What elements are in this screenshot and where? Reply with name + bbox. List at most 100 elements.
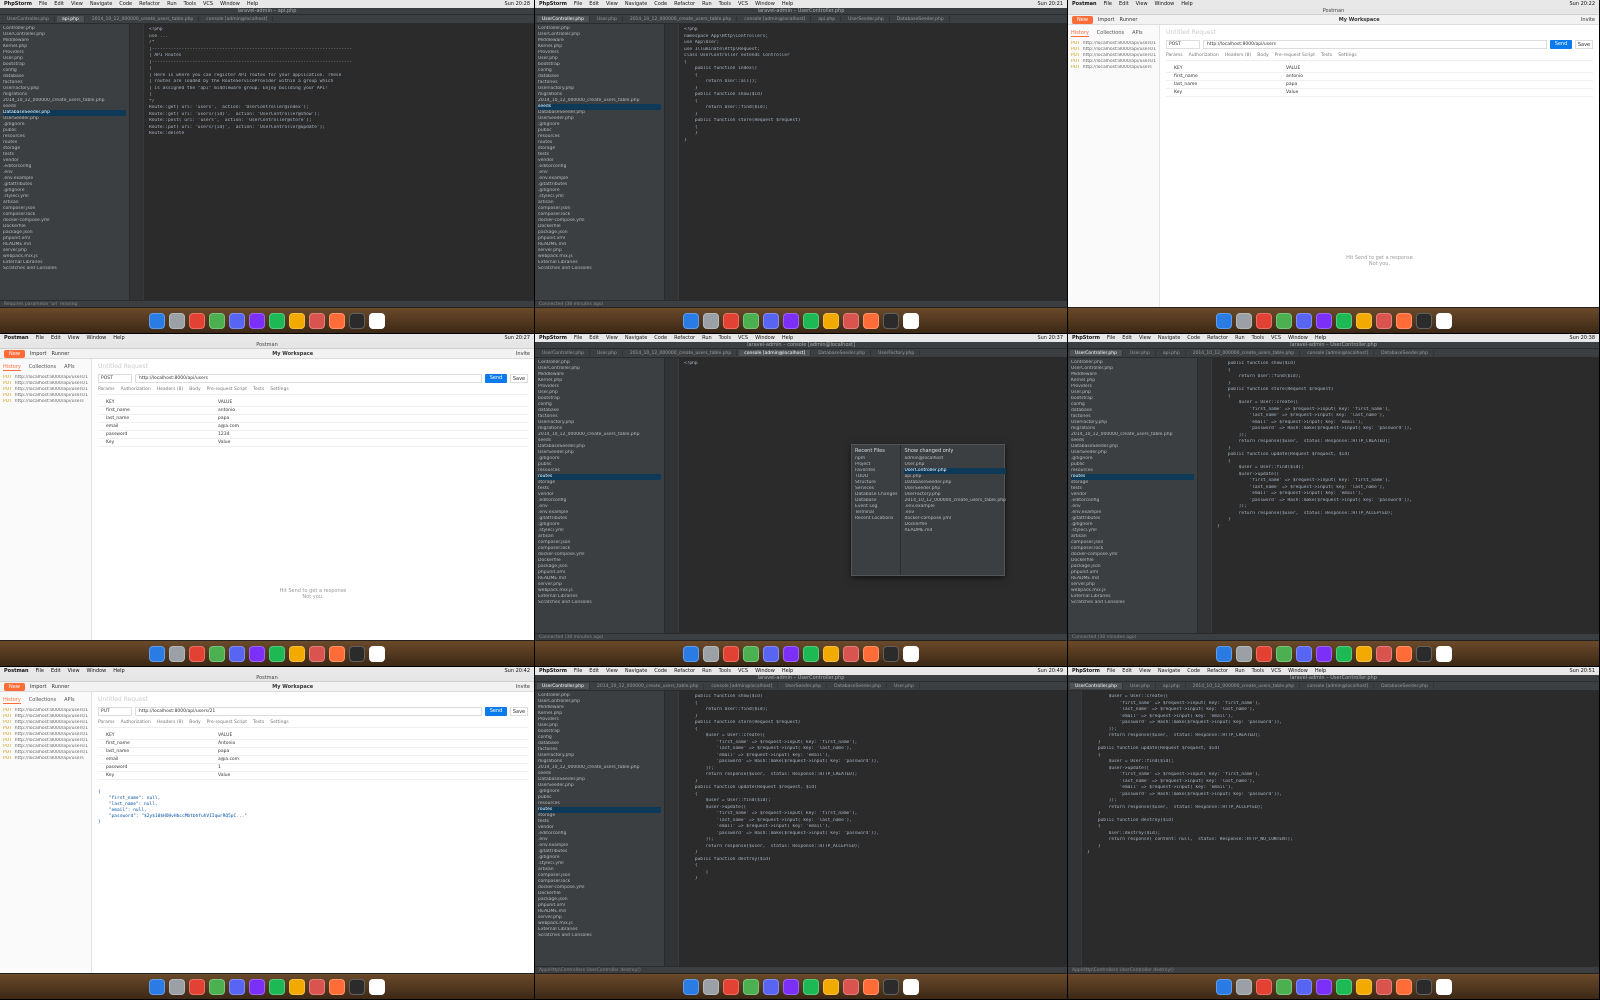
menu-item-file[interactable]: File xyxy=(574,335,582,341)
dock-app-icon[interactable] xyxy=(1315,645,1332,662)
menu-item-window[interactable]: Window xyxy=(220,1,240,7)
dock-app-icon[interactable] xyxy=(683,978,699,995)
menu-item-file[interactable]: File xyxy=(574,1,582,7)
dock-app-icon[interactable] xyxy=(863,978,879,995)
dock-app-icon[interactable] xyxy=(803,312,819,329)
dock-app-icon[interactable] xyxy=(209,978,225,995)
param-key[interactable]: Key xyxy=(98,772,218,779)
request-subtab[interactable]: Pre-request Script xyxy=(207,720,247,725)
code-editor[interactable]: public function show($id) { return User:… xyxy=(1198,358,1599,633)
param-value[interactable]: antonio xyxy=(1286,73,1386,80)
dock-app-icon[interactable] xyxy=(1235,978,1252,995)
tool-window-item[interactable]: Recent Locations xyxy=(855,516,897,522)
dock-app-icon[interactable] xyxy=(763,312,779,329)
editor-tab[interactable]: 2014_10_12_000000_create_users_table.php xyxy=(1187,683,1301,689)
dock-app-icon[interactable] xyxy=(229,645,245,662)
request-subtab[interactable]: Params xyxy=(1166,53,1183,58)
editor-tab[interactable]: UserController.php xyxy=(537,16,590,22)
request-subtab[interactable]: Authorization xyxy=(1189,53,1219,58)
editor-tab[interactable]: 2014_10_12_000000_create_users_table.php xyxy=(624,350,738,356)
dock-app-icon[interactable] xyxy=(763,645,779,662)
menu-item-view[interactable]: View xyxy=(1136,1,1148,7)
dock-app-icon[interactable] xyxy=(149,312,165,329)
dock-app-icon[interactable] xyxy=(1395,645,1412,662)
dock-app-icon[interactable] xyxy=(149,978,165,995)
menu-item-window[interactable]: Window xyxy=(87,668,107,674)
param-key[interactable]: KEY xyxy=(98,399,218,406)
method-select[interactable]: POST xyxy=(1166,40,1200,49)
app-menu-name[interactable]: PhpStorm xyxy=(539,668,567,674)
editor-tab[interactable]: 2014_10_12_000000_create_users_table.php xyxy=(1187,350,1301,356)
dock-app-icon[interactable] xyxy=(703,978,719,995)
dock-app-icon[interactable] xyxy=(883,978,899,995)
request-subtab[interactable]: Authorization xyxy=(121,720,151,725)
param-key[interactable]: first_name xyxy=(98,407,218,414)
menu-item-vcs[interactable]: VCS xyxy=(738,335,748,341)
sidebar-tab[interactable]: Collections xyxy=(29,697,56,704)
dock-app-icon[interactable] xyxy=(823,312,839,329)
dock-app-icon[interactable] xyxy=(883,312,899,329)
dock-app-icon[interactable] xyxy=(1355,312,1372,329)
menu-item-run[interactable]: Run xyxy=(167,1,177,7)
menu-item-code[interactable]: Code xyxy=(119,1,132,7)
menu-item-view[interactable]: View xyxy=(68,668,80,674)
menu-item-refactor[interactable]: Refactor xyxy=(674,668,695,674)
editor-tab[interactable]: DatabaseSeeder.php xyxy=(813,350,872,356)
dock-app-icon[interactable] xyxy=(723,978,739,995)
request-subtab[interactable]: Body xyxy=(189,720,200,725)
request-subtab[interactable]: Settings xyxy=(1338,53,1356,58)
dock-app-icon[interactable] xyxy=(229,978,245,995)
editor-tab[interactable]: DatabaseSeeder.php xyxy=(891,16,950,22)
import-button[interactable]: Import xyxy=(1098,17,1115,23)
dock-app-icon[interactable] xyxy=(683,312,699,329)
tree-item[interactable]: Scratches and Consoles xyxy=(538,266,661,272)
request-subtab[interactable]: Headers (8) xyxy=(157,720,184,725)
dock-app-icon[interactable] xyxy=(269,978,285,995)
editor-tab[interactable]: UserController.php xyxy=(1070,683,1123,689)
dock-app-icon[interactable] xyxy=(1395,312,1412,329)
param-value[interactable]: Value xyxy=(218,772,318,779)
dock-app-icon[interactable] xyxy=(169,645,185,662)
menu-item-tools[interactable]: Tools xyxy=(1252,335,1264,341)
request-subtab[interactable]: Body xyxy=(1257,53,1268,58)
dock-app-icon[interactable] xyxy=(249,978,265,995)
dock-app-icon[interactable] xyxy=(783,312,799,329)
menu-item-vcs[interactable]: VCS xyxy=(1271,668,1281,674)
param-value[interactable]: a@a.com xyxy=(218,423,318,430)
menu-item-help[interactable]: Help xyxy=(782,335,793,341)
menu-item-file[interactable]: File xyxy=(36,335,44,341)
dock-app-icon[interactable] xyxy=(369,312,385,329)
dock-app-icon[interactable] xyxy=(309,645,325,662)
dock-app-icon[interactable] xyxy=(1315,978,1332,995)
dock-app-icon[interactable] xyxy=(903,312,919,329)
workspace-selector[interactable]: My Workspace xyxy=(272,684,313,690)
editor-tab[interactable]: console [admin@localhost] xyxy=(739,350,812,356)
menu-item-run[interactable]: Run xyxy=(702,668,712,674)
invite-button[interactable]: Invite xyxy=(516,684,530,690)
editor-tab[interactable]: User.php xyxy=(1124,350,1156,356)
dock-app-icon[interactable] xyxy=(1435,645,1452,662)
history-item[interactable]: PUT http://localhost:8000/api/users xyxy=(3,399,88,405)
runner-button[interactable]: Runner xyxy=(52,684,70,690)
dock-app-icon[interactable] xyxy=(1435,978,1452,995)
dock-app-icon[interactable] xyxy=(683,645,699,662)
dock-app-icon[interactable] xyxy=(883,645,899,662)
code-editor[interactable]: public function show($id) { return User:… xyxy=(665,691,1067,966)
dock-app-icon[interactable] xyxy=(703,645,719,662)
dock-app-icon[interactable] xyxy=(1415,312,1432,329)
app-menu-name[interactable]: Postman xyxy=(4,335,29,341)
param-value[interactable]: Antonio xyxy=(218,740,318,747)
editor-tab[interactable]: api.php xyxy=(1157,683,1186,689)
dock-app-icon[interactable] xyxy=(289,645,305,662)
send-button[interactable]: Send xyxy=(485,374,507,383)
invite-button[interactable]: Invite xyxy=(1581,17,1595,23)
dock-app-icon[interactable] xyxy=(1335,978,1352,995)
editor-tab[interactable]: api.php xyxy=(1157,350,1186,356)
editor-tab[interactable]: User.php xyxy=(591,350,623,356)
url-input[interactable]: http://localhost:8000/api/users xyxy=(135,374,482,383)
menu-item-tools[interactable]: Tools xyxy=(1252,668,1264,674)
param-key[interactable]: password xyxy=(98,764,218,771)
param-key[interactable]: email xyxy=(98,756,218,763)
workspace-selector[interactable]: My Workspace xyxy=(272,351,313,357)
menu-item-window[interactable]: Window xyxy=(755,668,775,674)
